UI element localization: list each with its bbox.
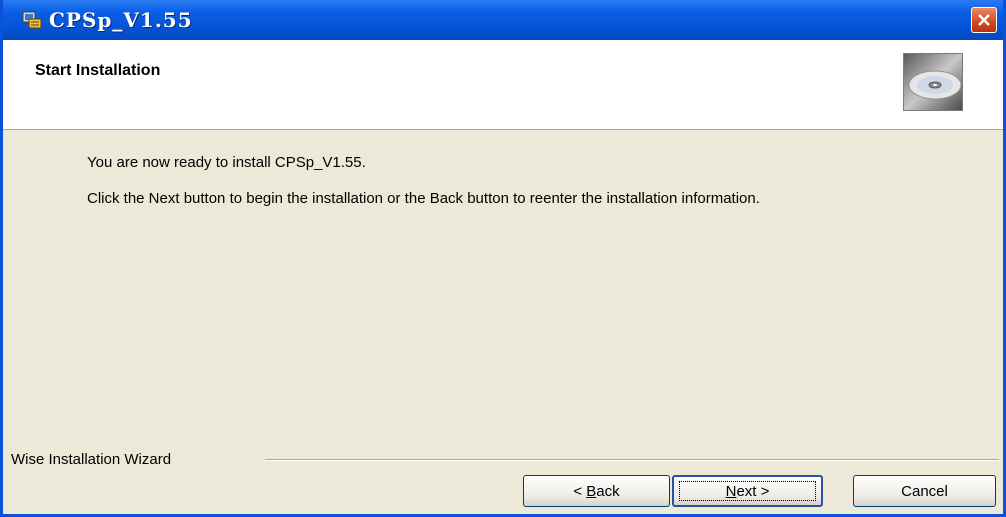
wizard-header: Start Installation: [3, 40, 1003, 130]
close-button[interactable]: [971, 7, 997, 33]
back-arrow: <: [573, 482, 587, 500]
close-icon: [978, 14, 990, 26]
installer-window: CPSp_V1.55 Start Installation You are no…: [0, 0, 1006, 517]
back-button[interactable]: < Back: [523, 475, 670, 507]
instruction-message: Click the Next button to begin the insta…: [87, 190, 760, 207]
cd-disc-icon: [903, 53, 963, 111]
back-button-label: Back: [586, 482, 620, 500]
page-title: Start Installation: [35, 62, 161, 79]
next-button[interactable]: Next >: [672, 475, 823, 507]
ready-message: You are now ready to install CPSp_V1.55.: [87, 154, 366, 171]
wizard-brand-label: Wise Installation Wizard: [11, 451, 172, 468]
cancel-button-label: Cancel: [901, 482, 948, 500]
footer-divider: [265, 459, 999, 461]
title-bar[interactable]: CPSp_V1.55: [3, 0, 1003, 40]
installer-app-icon: [21, 9, 43, 31]
window-title: CPSp_V1.55: [49, 8, 193, 32]
cancel-button[interactable]: Cancel: [853, 475, 996, 507]
focus-rectangle: [679, 481, 816, 501]
